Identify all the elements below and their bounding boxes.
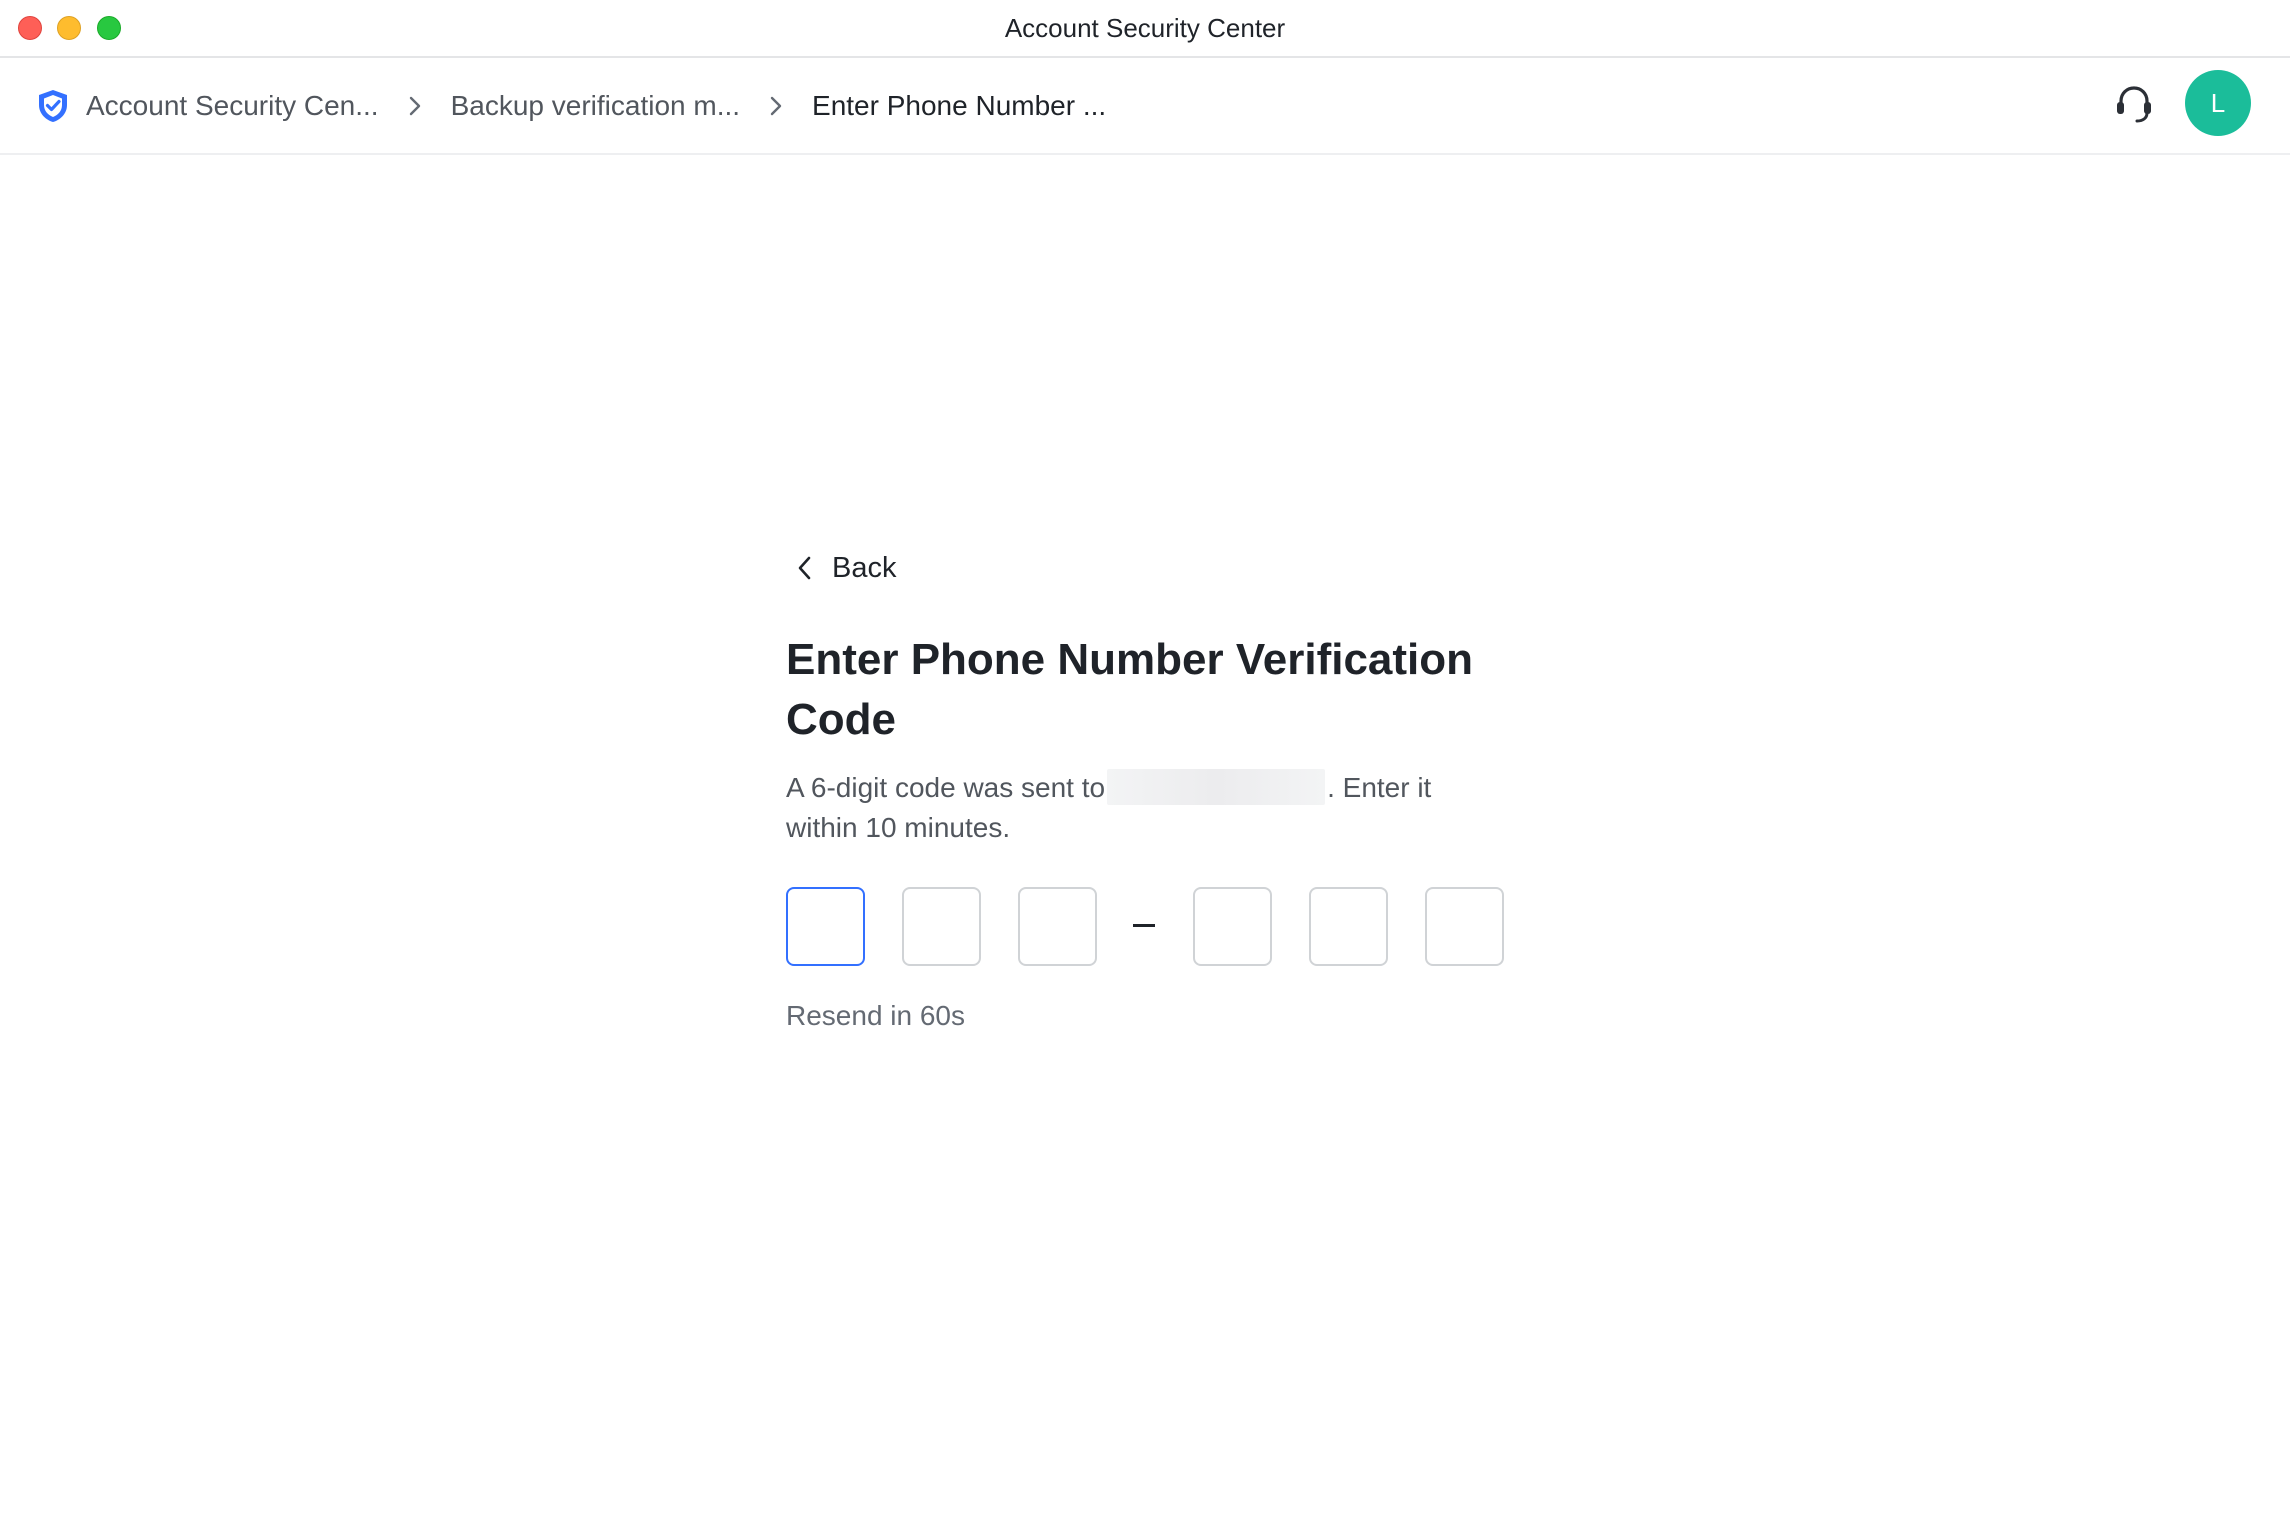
masked-phone-number bbox=[1107, 769, 1326, 805]
breadcrumb: Account Security Cen... Backup verificat… bbox=[36, 58, 1106, 153]
description-prefix: A 6-digit code was sent to bbox=[786, 772, 1106, 803]
code-sent-description: A 6-digit code was sent to. Enter it wit… bbox=[786, 768, 1506, 848]
headset-icon bbox=[2114, 83, 2154, 130]
breadcrumb-item-security-center[interactable]: Account Security Cen... bbox=[86, 90, 379, 122]
code-digit-2[interactable] bbox=[902, 887, 981, 966]
page-title: Enter Phone Number Verification Code bbox=[786, 635, 1474, 744]
avatar[interactable]: L bbox=[2185, 70, 2251, 136]
code-digit-4[interactable] bbox=[1193, 887, 1272, 966]
code-digit-6[interactable] bbox=[1425, 887, 1504, 966]
chevron-right-icon bbox=[401, 92, 429, 120]
code-separator bbox=[1133, 924, 1155, 927]
chevron-right-icon bbox=[762, 92, 790, 120]
back-label: Back bbox=[832, 551, 897, 584]
breadcrumb-item-current: Enter Phone Number ... bbox=[812, 89, 1107, 121]
code-digit-5[interactable] bbox=[1309, 887, 1388, 966]
title-bar: Account Security Center bbox=[0, 0, 2290, 58]
customer-support-button[interactable] bbox=[2113, 85, 2155, 127]
code-digit-1[interactable] bbox=[786, 887, 865, 966]
code-digit-3[interactable] bbox=[1018, 887, 1097, 966]
window-title: Account Security Center bbox=[1004, 13, 1286, 43]
breadcrumb-item-backup-verification[interactable]: Backup verification m... bbox=[451, 90, 740, 122]
chevron-left-icon bbox=[790, 553, 820, 583]
back-button[interactable]: Back bbox=[790, 548, 896, 588]
app-header: Account Security Cen... Backup verificat… bbox=[0, 58, 2290, 155]
shield-icon bbox=[36, 88, 72, 124]
resend-countdown: Resend in 60s bbox=[786, 1000, 966, 1031]
